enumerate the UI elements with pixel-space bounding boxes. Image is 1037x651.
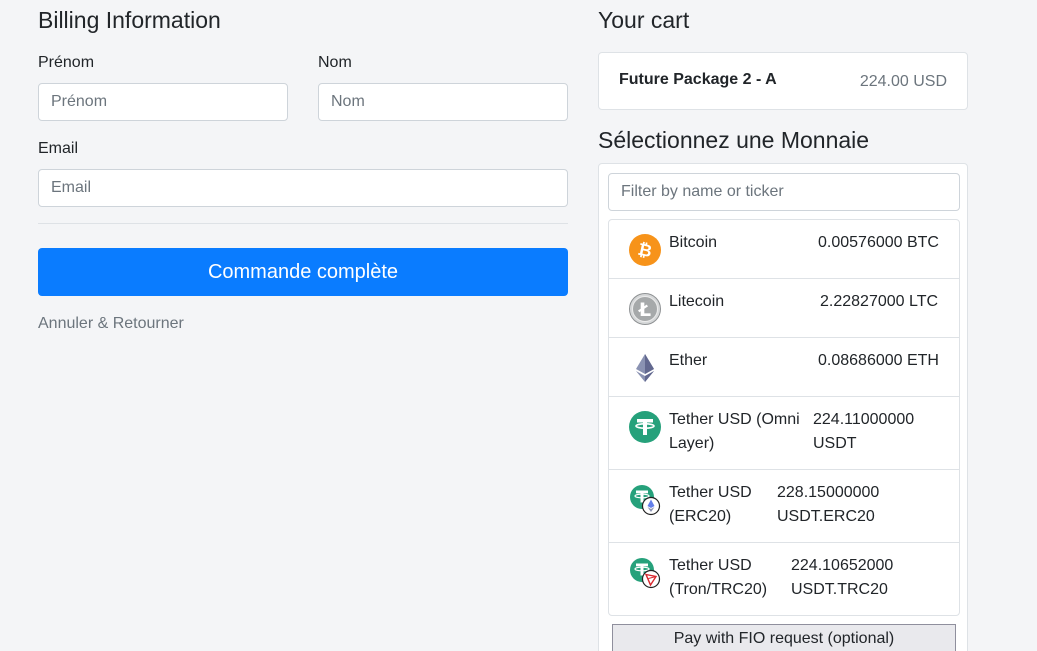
coin-amount-line2: USDT.TRC20 — [791, 581, 888, 598]
coin-amount-line1: 224.11000000 — [813, 411, 915, 428]
coin-option-litecoin[interactable]: Ł Litecoin 2.22827000 LTC — [609, 279, 959, 338]
coin-name-line1: Tether USD — [669, 557, 752, 574]
litecoin-icon: Ł — [629, 293, 661, 325]
first-name-label: Prénom — [38, 54, 95, 71]
billing-title: Billing Information — [38, 7, 221, 33]
complete-order-button[interactable]: Commande complète — [38, 248, 568, 296]
first-name-input[interactable] — [38, 83, 288, 121]
coin-option-bitcoin[interactable]: ₿ Bitcoin 0.00576000 BTC — [609, 220, 959, 279]
cart-title: Your cart — [598, 7, 690, 33]
coin-option-tether-erc20[interactable]: Tether USD (ERC20) 228.15000000 USDT.ERC… — [609, 470, 959, 543]
ether-icon — [636, 354, 654, 382]
email-input[interactable] — [38, 169, 568, 207]
coin-name-line2: Layer) — [669, 435, 715, 452]
currency-filter-input[interactable] — [608, 173, 960, 211]
svg-text:Ł: Ł — [638, 299, 651, 321]
coin-amount: 2.22827000 LTC — [820, 293, 939, 310]
coin-name-line2: (ERC20) — [669, 508, 732, 525]
currency-panel: ₿ Bitcoin 0.00576000 BTC Ł Litecoin 2.22… — [598, 163, 968, 651]
coin-name: Ether — [669, 352, 708, 369]
cart-item-price: 224.00 USD — [859, 73, 947, 90]
currency-list: ₿ Bitcoin 0.00576000 BTC Ł Litecoin 2.22… — [608, 219, 960, 616]
coin-option-ether[interactable]: Ether 0.08686000 ETH — [609, 338, 959, 397]
coin-amount-line2: USDT — [813, 435, 857, 452]
cart-item-name: Future Package 2 - A — [619, 71, 777, 88]
tether-icon — [629, 411, 661, 443]
tether-trc20-icon — [630, 558, 661, 589]
bitcoin-icon: ₿ — [629, 234, 661, 266]
last-name-input[interactable] — [318, 83, 568, 121]
coin-name-line1: Tether USD — [669, 484, 752, 501]
divider — [38, 223, 568, 224]
coin-amount-line2: USDT.ERC20 — [777, 508, 875, 525]
coin-name: Bitcoin — [669, 234, 718, 251]
cancel-return-link[interactable]: Annuler & Retourner — [38, 315, 184, 333]
coin-option-tether-omni[interactable]: Tether USD (Omni Layer) 224.11000000 USD… — [609, 397, 959, 470]
fio-request-button[interactable]: Pay with FIO request (optional) — [612, 624, 956, 651]
coin-name: Litecoin — [669, 293, 725, 310]
email-label: Email — [38, 140, 79, 157]
tether-erc20-icon — [630, 485, 661, 516]
last-name-label: Nom — [318, 54, 352, 71]
coin-amount: 0.00576000 BTC — [818, 234, 939, 251]
coin-name-line2: (Tron/TRC20) — [669, 581, 768, 598]
currency-title: Sélectionnez une Monnaie — [598, 127, 870, 153]
coin-name-line1: Tether USD (Omni — [669, 411, 800, 428]
coin-amount-line1: 228.15000000 — [777, 484, 880, 501]
cart-item: Future Package 2 - A 224.00 USD — [598, 52, 968, 110]
coin-amount: 0.08686000 ETH — [818, 352, 939, 369]
coin-option-tether-trc20[interactable]: Tether USD (Tron/TRC20) 224.10652000 USD… — [609, 543, 959, 615]
coin-amount-line1: 224.10652000 — [791, 557, 894, 574]
